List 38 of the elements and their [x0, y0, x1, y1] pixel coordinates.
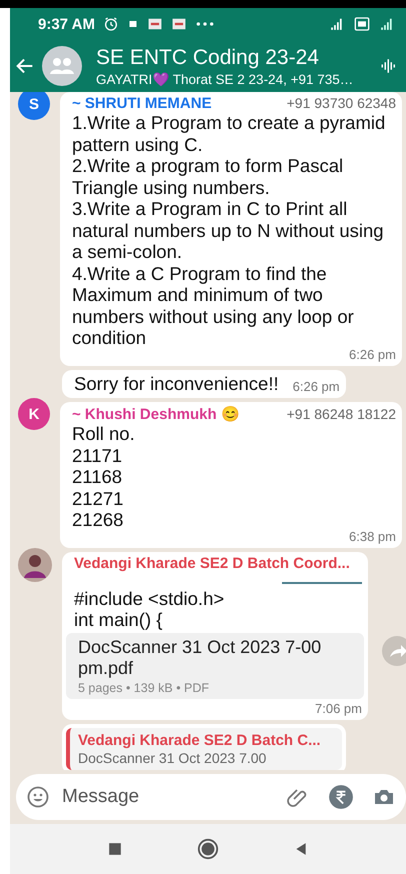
- avatar: S: [18, 92, 50, 120]
- message-input-bar[interactable]: Message: [16, 774, 406, 820]
- chat-title[interactable]: SE ENTC Coding 23-24: [96, 45, 374, 71]
- message-time: 6:38 pm: [349, 528, 396, 544]
- document-attachment[interactable]: DocScanner 31 Oct 2023 7-00 pm.pdf 5 pages • 139 kB • PDF: [66, 632, 364, 698]
- reply-preview[interactable]: Vedangi Kharade SE2 D Batch C... DocScanner 31 Oct 2023 7.00: [62, 724, 346, 770]
- message-text: Roll no. 21171 21168 21271 21268: [72, 423, 136, 530]
- message-text: Sorry for inconvenience!!: [74, 372, 279, 394]
- sender-phone: +91 86248 18122: [286, 406, 396, 422]
- news-app-icon: [146, 17, 163, 31]
- recents-icon: [108, 842, 122, 856]
- emoji-icon: [26, 785, 50, 809]
- sender-name: Vedangi Kharade SE2 D Batch Coord...: [74, 554, 350, 572]
- document-meta: 5 pages • 139 kB • PDF: [78, 680, 210, 694]
- message-time: 6:26 pm: [349, 346, 396, 362]
- message-time: 6:26 pm: [292, 379, 340, 394]
- home-icon: [196, 838, 219, 860]
- back-nav-icon: [294, 841, 308, 857]
- document-name: DocScanner 31 Oct 2023 7-00 pm.pdf: [78, 636, 322, 678]
- avatar-photo: [18, 548, 52, 582]
- status-time: 9:37 AM: [38, 16, 95, 32]
- news-app-icon: [170, 17, 187, 31]
- reply-quote-text: DocScanner 31 Oct 2023 7.00: [78, 750, 268, 766]
- sender-phone: +91 93730 62348: [286, 95, 396, 111]
- rupee-icon: [328, 784, 354, 810]
- document-preview-text: #include <stdio.h> int main() {: [74, 588, 226, 630]
- group-avatar-icon: [42, 46, 82, 86]
- sender-name: ~ Khushi Deshmukh 😊: [72, 405, 240, 423]
- sender-name: ~ SHRUTI MEMANE: [72, 95, 212, 112]
- notification-icon: [126, 18, 139, 30]
- message-time: 7:06 pm: [315, 700, 362, 716]
- volte-icon: [354, 16, 370, 32]
- reply-sender: Vedangi Kharade SE2 D Batch C...: [78, 732, 321, 748]
- alarm-icon: [102, 16, 119, 32]
- avatar: K: [18, 398, 50, 430]
- forward-icon: [382, 636, 406, 666]
- message-text: 1.Write a Program to create a pyramid pattern using C. 2.Write a program to form Pascal Triangle using numbers. 3.Write a Program in C to Print all natural numbers up to N without using a semi-colon. 4.Write a C Program to find the Maximum and minimum of two numbers without using any loop or condition: [72, 112, 386, 348]
- chat-members: GAYATRI💜 Thorat SE 2 23-24, +91 735…: [96, 71, 354, 87]
